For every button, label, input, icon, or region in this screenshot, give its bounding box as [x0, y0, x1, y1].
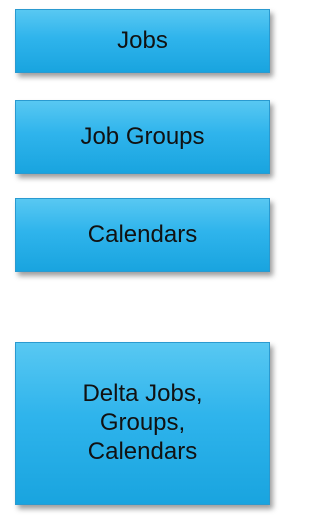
job-groups-label: Job Groups [80, 122, 205, 150]
job-groups-box: Job Groups [15, 100, 270, 174]
delta-box: Delta Jobs, Groups, Calendars [15, 342, 270, 505]
delta-label: Delta Jobs, Groups, Calendars [82, 380, 203, 465]
jobs-label: Jobs [117, 26, 168, 54]
calendars-box: Calendars [15, 198, 270, 272]
calendars-label: Calendars [87, 220, 198, 248]
diagram-canvas: Jobs Job Groups Calendars Delta Jobs, Gr… [0, 0, 302, 516]
jobs-box: Jobs [15, 9, 270, 73]
